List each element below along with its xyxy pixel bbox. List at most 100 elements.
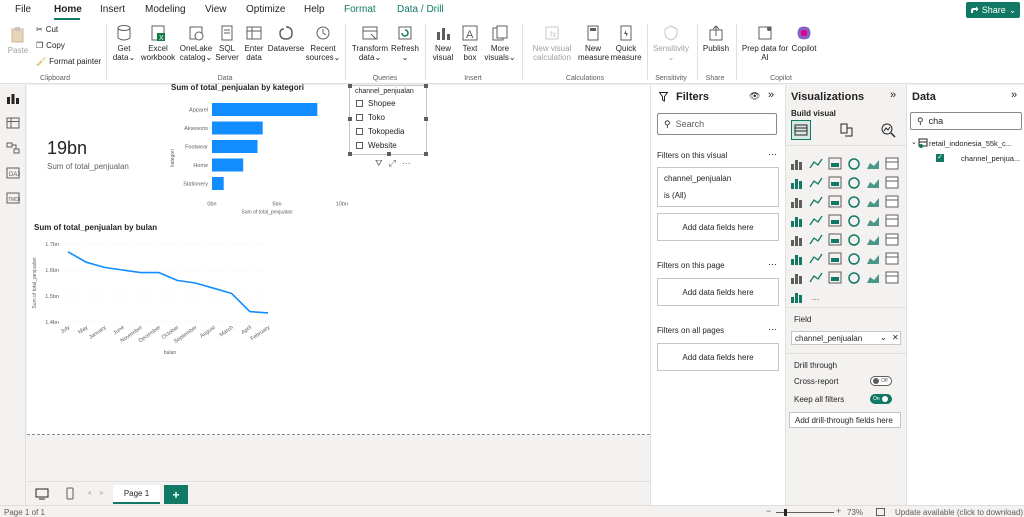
- visual-type-icon[interactable]: [791, 293, 802, 303]
- sql-server-button[interactable]: SQL Server: [214, 24, 240, 62]
- build-visual-tab[interactable]: [791, 120, 811, 140]
- visual-type-icon[interactable]: [828, 214, 842, 227]
- visual-type-icon[interactable]: [848, 196, 860, 208]
- resize-handle[interactable]: [387, 152, 391, 156]
- prep-data-for-ai-button[interactable]: Prep data for AI: [739, 24, 791, 62]
- dataverse-button[interactable]: Dataverse: [267, 24, 305, 53]
- visual-type-icon[interactable]: [848, 253, 860, 265]
- collapse-filters-icon[interactable]: »: [768, 89, 774, 101]
- menu-data-drill[interactable]: Data / Drill: [397, 4, 444, 15]
- format-painter-button[interactable]: 🖌 Format painter: [36, 57, 101, 66]
- visual-type-icon[interactable]: [885, 195, 899, 208]
- new-measure-button[interactable]: New measure: [578, 24, 609, 62]
- visual-type-icon[interactable]: [809, 158, 823, 169]
- menu-file[interactable]: File: [15, 4, 31, 15]
- visual-type-icon[interactable]: [809, 253, 823, 264]
- visual-type-icon[interactable]: [885, 214, 899, 227]
- visual-type-icon[interactable]: [809, 215, 823, 226]
- enter-data-button[interactable]: Enter data: [241, 24, 267, 62]
- menu-help[interactable]: Help: [304, 4, 325, 15]
- visual-type-icon[interactable]: [867, 255, 879, 264]
- visual-type-icon[interactable]: [809, 234, 823, 245]
- scroll-right-icon[interactable]: ▸: [100, 488, 104, 497]
- filter-icon[interactable]: ⛛: [375, 158, 383, 169]
- resize-handle[interactable]: [424, 117, 428, 121]
- visual-type-icon[interactable]: [828, 195, 842, 208]
- field-well-channel[interactable]: channel_penjualan ⌄ ✕: [791, 331, 901, 345]
- visual-type-icon[interactable]: [809, 177, 823, 188]
- visual-type-icon[interactable]: [867, 217, 879, 226]
- data-search-input[interactable]: ⚲ cha: [910, 112, 1022, 130]
- slicer-option[interactable]: Toko: [356, 113, 385, 122]
- table-view-icon[interactable]: [6, 117, 20, 129]
- refresh-button[interactable]: Refresh ⌄: [390, 24, 420, 62]
- tmdl-view-icon[interactable]: TMDL: [6, 192, 20, 204]
- chevron-down-icon[interactable]: ⌄: [911, 138, 917, 146]
- report-canvas[interactable]: 19bn Sum of total_penjualan Sum of total…: [27, 83, 650, 435]
- visual-type-icon[interactable]: [848, 177, 860, 189]
- more-visuals-icon[interactable]: ...: [812, 292, 820, 302]
- visual-type-icon[interactable]: [867, 179, 879, 188]
- visual-type-icon[interactable]: [791, 179, 802, 189]
- cross-report-toggle[interactable]: Off: [870, 376, 892, 386]
- format-visual-tab[interactable]: [838, 122, 854, 140]
- filters-search-input[interactable]: ⚲ Search: [657, 113, 777, 135]
- more-options-icon[interactable]: ⋯: [768, 149, 777, 160]
- more-options-icon[interactable]: ⋯: [768, 324, 777, 335]
- visual-type-icon[interactable]: [828, 233, 842, 246]
- report-view-icon[interactable]: [6, 92, 20, 104]
- visual-type-icon[interactable]: [867, 160, 879, 169]
- transform-data-button[interactable]: Transform data⌄: [350, 24, 390, 62]
- fit-to-page-icon[interactable]: [876, 508, 885, 516]
- onelake-catalog-button[interactable]: OneLake catalog⌄: [178, 24, 214, 62]
- visual-type-icon[interactable]: [885, 271, 899, 284]
- menu-insert[interactable]: Insert: [100, 4, 125, 15]
- quick-measure-button[interactable]: Quick measure: [610, 24, 642, 62]
- cut-button[interactable]: ✂ Cut: [36, 25, 58, 34]
- menu-modeling[interactable]: Modeling: [145, 4, 186, 15]
- visual-type-icon[interactable]: [791, 160, 802, 170]
- resize-handle[interactable]: [348, 117, 352, 121]
- resize-handle[interactable]: [348, 152, 352, 156]
- slicer-checkbox[interactable]: [356, 128, 363, 135]
- data-field-name[interactable]: channel_penjua...: [961, 154, 1020, 163]
- data-table-name[interactable]: retail_indonesia_55k_c...: [929, 139, 1012, 148]
- keep-all-filters-toggle[interactable]: On: [870, 394, 892, 404]
- update-available-link[interactable]: Update available (click to download): [895, 508, 1023, 517]
- add-page-button[interactable]: +: [164, 485, 188, 504]
- slicer-option[interactable]: Website: [356, 141, 397, 150]
- visual-type-icon[interactable]: [848, 158, 860, 170]
- visual-type-icon[interactable]: [828, 157, 842, 170]
- visual-type-icon[interactable]: [809, 196, 823, 207]
- zoom-in-icon[interactable]: +: [836, 506, 841, 516]
- visual-type-icon[interactable]: [791, 198, 802, 208]
- filter-card-channel[interactable]: channel_penjualan is (All): [657, 167, 779, 207]
- zoom-out-icon[interactable]: −: [766, 506, 771, 516]
- slicer-checkbox[interactable]: [356, 100, 363, 107]
- visual-type-icon[interactable]: [867, 236, 879, 245]
- eye-icon[interactable]: 👁: [749, 91, 760, 102]
- new-visual-button[interactable]: New visual: [430, 24, 456, 62]
- model-view-icon[interactable]: [6, 142, 20, 154]
- visual-type-icon[interactable]: [791, 217, 802, 227]
- more-options-icon[interactable]: ⋯: [402, 158, 411, 169]
- mobile-layout-icon[interactable]: [65, 487, 75, 500]
- slicer-option[interactable]: Tokopedia: [356, 127, 404, 136]
- menu-home[interactable]: Home: [54, 4, 82, 15]
- drill-through-drop-zone[interactable]: Add drill-through fields here: [789, 412, 901, 428]
- visual-type-icon[interactable]: [867, 198, 879, 207]
- copilot-button[interactable]: Copilot: [789, 24, 819, 53]
- collapse-visualizations-icon[interactable]: »: [890, 89, 896, 101]
- slicer-visual[interactable]: channel_penjualan Shopee Toko Tokopedia Web…: [348, 84, 428, 156]
- excel-workbook-button[interactable]: X Excel workbook: [139, 24, 177, 62]
- slicer-option[interactable]: Shopee: [356, 99, 396, 108]
- page-filter-drop-zone[interactable]: Add data fields here: [657, 278, 779, 306]
- menu-view[interactable]: View: [205, 4, 227, 15]
- visual-type-icon[interactable]: [828, 252, 842, 265]
- line-chart-visual[interactable]: Sum of total_penjualan by bulan 1.4bn 1.5…: [30, 223, 280, 368]
- analytics-tab[interactable]: [880, 122, 896, 140]
- visual-type-icon[interactable]: [848, 272, 860, 284]
- visual-type-icon[interactable]: [828, 176, 842, 189]
- menu-format[interactable]: Format: [344, 4, 376, 15]
- resize-handle[interactable]: [424, 84, 428, 88]
